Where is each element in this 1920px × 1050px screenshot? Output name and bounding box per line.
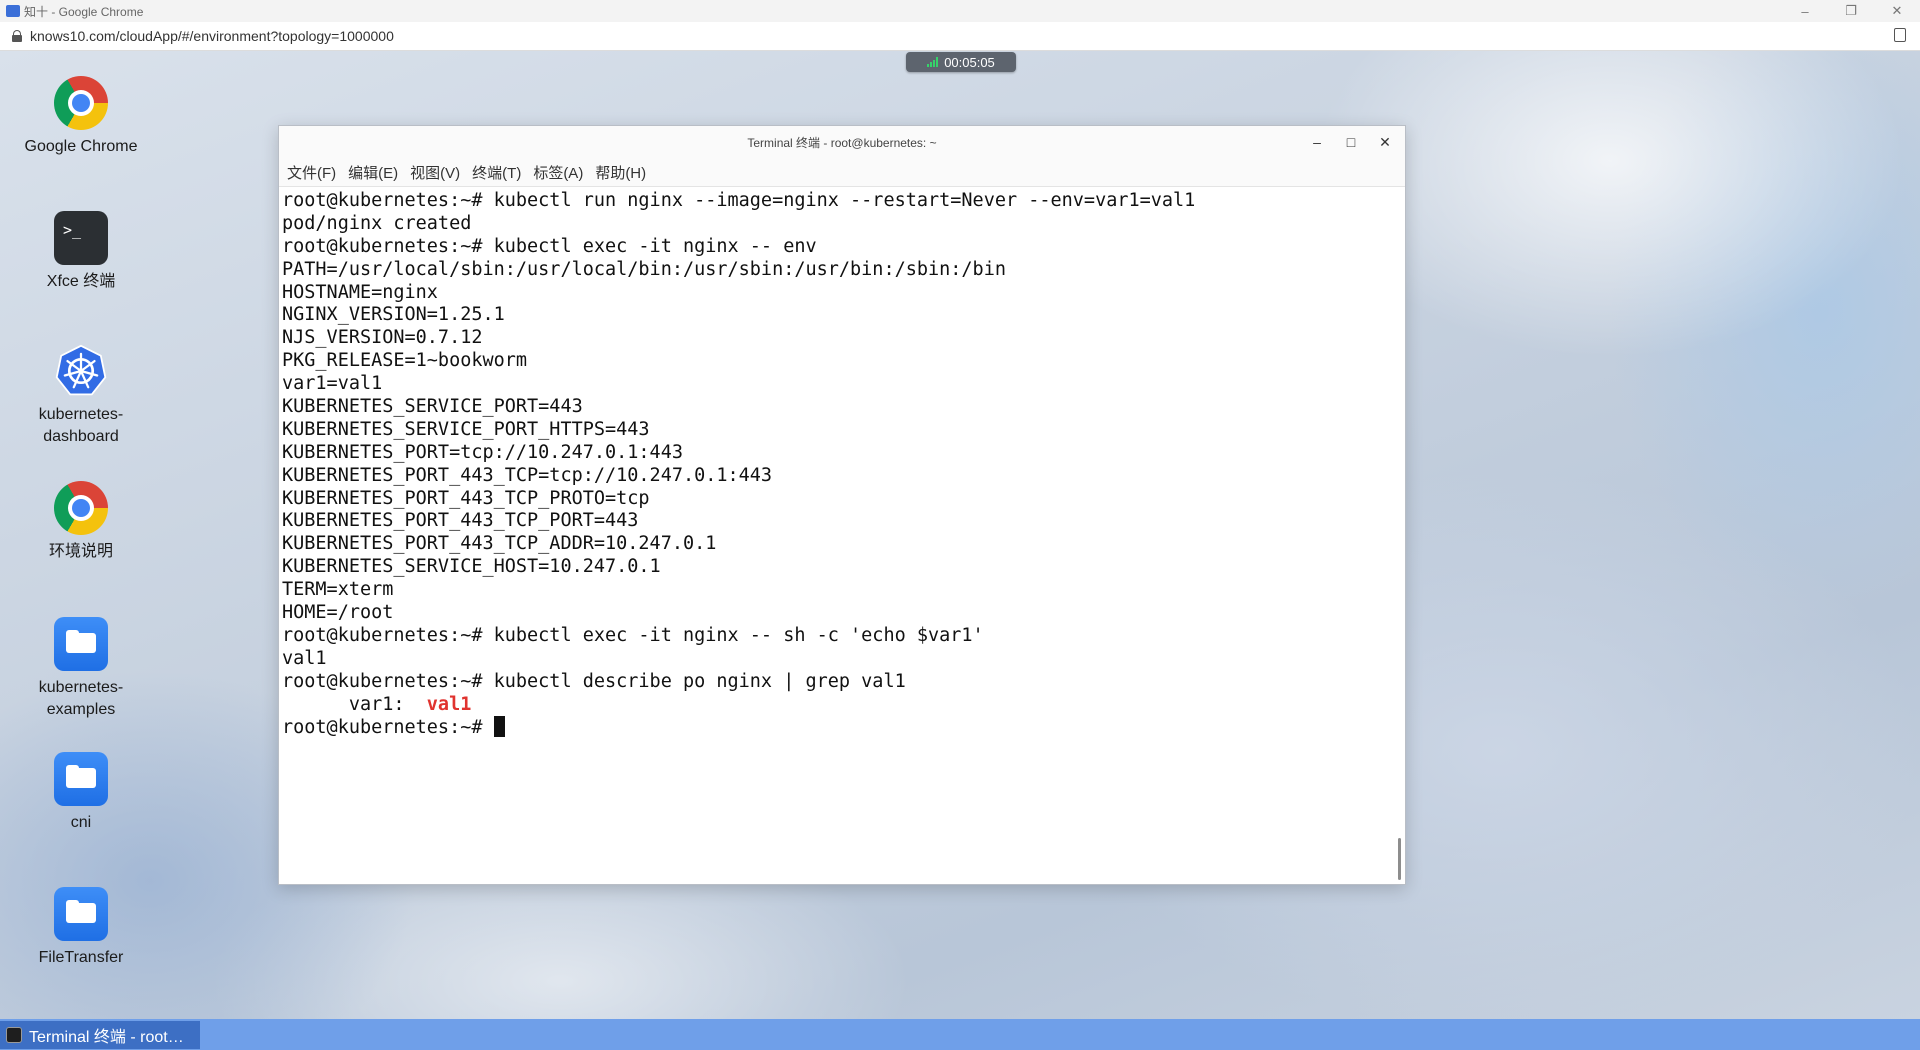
- desktop-icon-cni[interactable]: cni: [21, 752, 141, 834]
- browser-window-title: 知十 - Google Chrome: [24, 4, 144, 19]
- terminal-line: root@kubernetes:~# kubectl describe po n…: [282, 670, 906, 692]
- terminal-line: pod/nginx created: [282, 212, 472, 234]
- terminal-title: Terminal 终端 - root@kubernetes: ~: [747, 135, 937, 150]
- terminal-maximize-button[interactable]: □: [1343, 134, 1359, 150]
- text-cursor: [493, 716, 505, 738]
- lock-icon[interactable]: [12, 30, 22, 42]
- terminal-line: KUBERNETES_PORT_443_TCP_ADDR=10.247.0.1: [282, 533, 717, 555]
- desktop-icon-label: 环境说明: [48, 543, 113, 560]
- menu-edit[interactable]: 编辑(E): [348, 162, 398, 183]
- terminal-line: TERM=xterm: [282, 579, 394, 601]
- menu-help[interactable]: 帮助(H): [595, 162, 646, 183]
- terminal-window[interactable]: Terminal 终端 - root@kubernetes: ~ – □ ✕ 文…: [278, 125, 1406, 885]
- desktop-icon-label: Google Chrome: [24, 138, 138, 155]
- terminal-line: HOME=/root: [282, 602, 394, 624]
- clipboard-icon[interactable]: [1894, 28, 1906, 42]
- terminal-line: var1=val1: [282, 373, 383, 395]
- shell-prompt: root@kubernetes:~#: [282, 717, 494, 739]
- terminal-line: KUBERNETES_PORT_443_TCP=tcp://10.247.0.1…: [282, 464, 773, 486]
- terminal-line: root@kubernetes:~# kubectl exec -it ngin…: [282, 624, 984, 646]
- terminal-line: KUBERNETES_PORT_443_TCP_PROTO=tcp: [282, 487, 650, 509]
- menu-tabs[interactable]: 标签(A): [533, 162, 583, 183]
- address-bar[interactable]: knows10.com/cloudApp/#/environment?topol…: [0, 22, 1920, 51]
- desktop-icon-filetransfer[interactable]: FileTransfer: [21, 887, 141, 969]
- menu-file[interactable]: 文件(F): [287, 162, 336, 183]
- terminal-icon: [6, 1027, 22, 1043]
- desktop-icon-xfce-terminal[interactable]: >_ Xfce 终端: [21, 211, 141, 293]
- menu-view[interactable]: 视图(V): [410, 162, 460, 183]
- desktop-icon-environment-notes[interactable]: 环境说明: [21, 481, 141, 563]
- folder-icon: [54, 617, 108, 671]
- terminal-line: NGINX_VERSION=1.25.1: [282, 304, 505, 326]
- session-timer: 00:05:05: [906, 52, 1016, 72]
- desktop-icon-label: FileTransfer: [38, 949, 124, 966]
- desktop-icon-label: Xfce 终端: [46, 273, 116, 290]
- terminal-line: PKG_RELEASE=1~bookworm: [282, 350, 528, 372]
- terminal-line: KUBERNETES_PORT=tcp://10.247.0.1:443: [282, 441, 683, 463]
- scrollbar-thumb[interactable]: [1398, 838, 1401, 880]
- grep-prefix: var1:: [282, 693, 427, 715]
- terminal-line: KUBERNETES_SERVICE_PORT_HTTPS=443: [282, 418, 650, 440]
- menu-terminal[interactable]: 终端(T): [472, 162, 521, 183]
- timer-text: 00:05:05: [944, 54, 995, 70]
- terminal-line: root@kubernetes:~# kubectl run nginx --i…: [282, 190, 1196, 211]
- terminal-minimize-button[interactable]: –: [1309, 134, 1325, 150]
- app-logo-icon: [6, 5, 20, 17]
- desktop-icon-kubernetes-dashboard[interactable]: kubernetes- dashboard: [21, 344, 141, 448]
- terminal-line: PATH=/usr/local/sbin:/usr/local/bin:/usr…: [282, 258, 1006, 280]
- folder-icon: [54, 887, 108, 941]
- folder-icon: [54, 752, 108, 806]
- chrome-icon: [54, 481, 108, 535]
- prompt-line[interactable]: root@kubernetes:~#: [282, 716, 1392, 739]
- terminal-line: NJS_VERSION=0.7.12: [282, 327, 483, 349]
- url-text[interactable]: knows10.com/cloudApp/#/environment?topol…: [30, 28, 394, 44]
- terminal-scrollbar[interactable]: [1398, 187, 1402, 884]
- desktop-icon-label: kubernetes- examples: [38, 679, 124, 718]
- grep-match: val1: [426, 693, 472, 715]
- close-button[interactable]: ✕: [1874, 0, 1920, 22]
- restore-button[interactable]: ❐: [1828, 0, 1874, 22]
- terminal-line: KUBERNETES_SERVICE_PORT=443: [282, 396, 583, 418]
- terminal-line: HOSTNAME=nginx: [282, 281, 438, 303]
- terminal-line: KUBERNETES_PORT_443_TCP_PORT=443: [282, 510, 639, 532]
- browser-window-controls: – ❐ ✕: [1782, 0, 1920, 22]
- terminal-icon: >_: [54, 211, 108, 265]
- taskbar-item-label: Terminal 终端 - root…: [29, 1029, 184, 1046]
- chrome-icon: [54, 76, 108, 130]
- desktop-icon-label: cni: [70, 814, 92, 831]
- minimize-button[interactable]: –: [1782, 0, 1828, 22]
- terminal-output[interactable]: root@kubernetes:~# kubectl run nginx --i…: [279, 187, 1395, 884]
- terminal-window-controls: – □ ✕: [1309, 126, 1393, 158]
- terminal-titlebar[interactable]: Terminal 终端 - root@kubernetes: ~ – □ ✕: [279, 126, 1405, 158]
- grep-result-line: var1: val1: [282, 694, 1392, 717]
- desktop-icon-google-chrome[interactable]: Google Chrome: [21, 76, 141, 158]
- taskbar-item-terminal[interactable]: Terminal 终端 - root…: [0, 1021, 200, 1049]
- desktop-icon-label: kubernetes- dashboard: [38, 406, 124, 445]
- terminal-menubar: 文件(F) 编辑(E) 视图(V) 终端(T) 标签(A) 帮助(H): [279, 158, 1405, 187]
- terminal-line: KUBERNETES_SERVICE_HOST=10.247.0.1: [282, 556, 661, 578]
- terminal-line: val1: [282, 647, 327, 669]
- browser-titlebar: 知十 - Google Chrome – ❐ ✕: [0, 0, 1920, 23]
- signal-icon: [927, 57, 939, 67]
- desktop-icon-kubernetes-examples[interactable]: kubernetes- examples: [21, 617, 141, 721]
- terminal-line: root@kubernetes:~# kubectl exec -it ngin…: [282, 235, 817, 257]
- taskbar: Terminal 终端 - root…: [0, 1019, 1920, 1050]
- kubernetes-icon: [54, 344, 108, 398]
- terminal-close-button[interactable]: ✕: [1377, 134, 1393, 150]
